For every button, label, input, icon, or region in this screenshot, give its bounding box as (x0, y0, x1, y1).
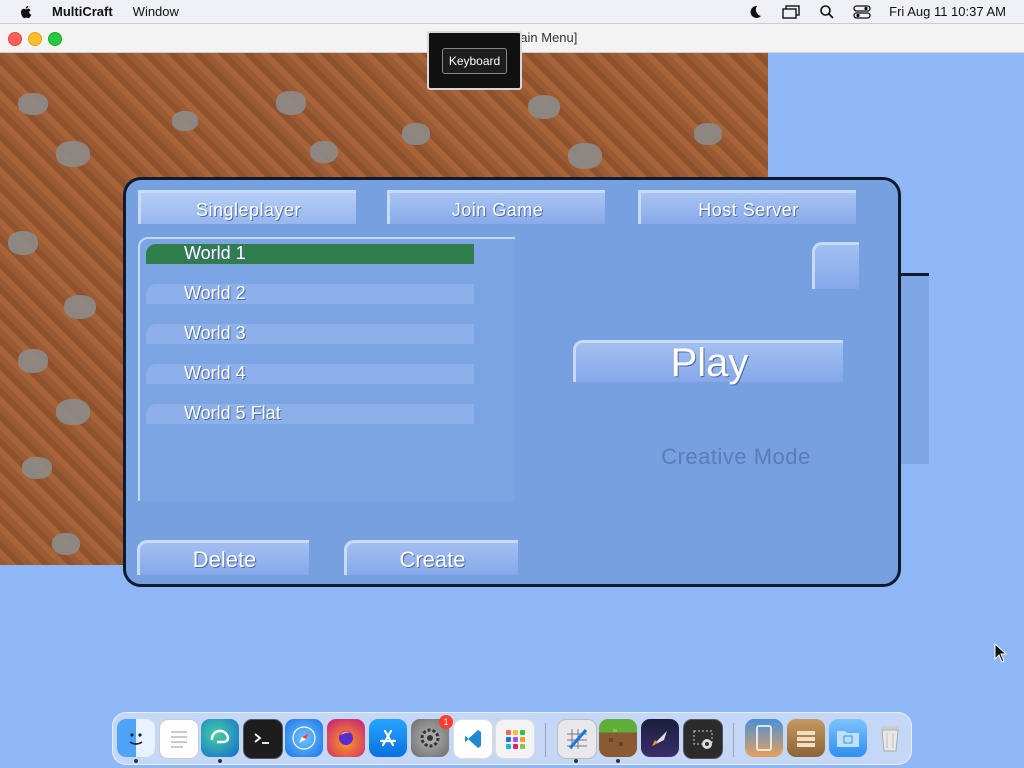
app-store-icon[interactable] (369, 719, 407, 757)
play-button[interactable]: Play (573, 340, 843, 383)
world-list-item[interactable]: World 4 (146, 363, 474, 384)
delete-world-button[interactable]: Delete (137, 540, 309, 575)
control-center-icon[interactable] (853, 4, 871, 20)
rocket-icon[interactable] (641, 719, 679, 757)
menu-bar: MultiCraft Window Fri Aug 11 10:37 AM (0, 0, 1024, 24)
keyboard-button[interactable]: Keyboard (441, 47, 508, 74)
running-indicator (218, 759, 222, 763)
dock-separator (733, 723, 734, 757)
screenshot-icon[interactable] (683, 719, 723, 759)
pebble (172, 111, 198, 131)
running-indicator (574, 759, 578, 763)
pebble (8, 231, 38, 255)
folder-icon[interactable] (829, 719, 867, 757)
world-list-item[interactable]: World 5 Flat (146, 403, 474, 424)
create-world-button[interactable]: Create (344, 540, 518, 575)
world-list-item[interactable]: World 3 (146, 323, 474, 344)
grid-tool-icon[interactable] (557, 719, 597, 759)
small-square-button[interactable] (812, 242, 859, 289)
menubar-clock[interactable]: Fri Aug 11 10:37 AM (889, 4, 1006, 19)
trash-icon[interactable] (871, 719, 909, 757)
firefox-icon[interactable] (327, 719, 365, 757)
pebble (56, 399, 90, 425)
dock: 1 (112, 712, 912, 765)
multicraft-icon[interactable] (599, 719, 637, 757)
tab-join-game[interactable]: Join Game (387, 190, 605, 224)
side-panel-edge (897, 273, 929, 464)
pebble (310, 141, 338, 163)
tab-singleplayer[interactable]: Singleplayer (138, 190, 356, 224)
world-list[interactable]: World 1 World 2 World 3 World 4 World 5 … (138, 237, 515, 501)
creative-mode-label[interactable]: Creative Mode (596, 444, 876, 470)
pebble (64, 295, 96, 319)
finder-icon[interactable] (117, 719, 155, 757)
pebble (52, 533, 80, 555)
archive-icon[interactable] (787, 719, 825, 757)
world-list-item[interactable]: World 1 (146, 243, 474, 264)
apple-icon[interactable] (18, 4, 34, 20)
pebble (18, 349, 48, 373)
search-icon[interactable] (819, 4, 835, 20)
edge-icon[interactable] (201, 719, 239, 757)
launchpad-icon[interactable] (495, 719, 535, 759)
world-list-item[interactable]: World 2 (146, 283, 474, 304)
pebble (568, 143, 602, 169)
pebble (528, 95, 560, 119)
mouse-pointer-icon (994, 643, 1008, 663)
tab-host-server[interactable]: Host Server (638, 190, 856, 224)
pebble (22, 457, 52, 479)
safari-icon[interactable] (285, 719, 323, 757)
terminal-icon[interactable] (243, 719, 283, 759)
textedit-icon[interactable] (159, 719, 199, 759)
pebble (694, 123, 722, 145)
running-indicator (134, 759, 138, 763)
running-indicator (616, 759, 620, 763)
preview-icon[interactable] (745, 719, 783, 757)
keyboard-popup: Keyboard (427, 31, 522, 90)
pebble (276, 91, 306, 115)
pebble (18, 93, 48, 115)
pebble (402, 123, 430, 145)
vscode-icon[interactable] (453, 719, 493, 759)
system-settings-icon[interactable]: 1 (411, 715, 453, 757)
dock-separator (545, 723, 546, 757)
pebble (56, 141, 90, 167)
game-viewport: Singleplayer Join Game Host Server World… (0, 53, 1024, 711)
menu-window[interactable]: Window (133, 4, 179, 19)
main-menu-panel: Singleplayer Join Game Host Server World… (123, 177, 901, 587)
screen-mirroring-icon[interactable] (781, 4, 801, 20)
moon-icon[interactable] (747, 4, 763, 20)
notification-badge: 1 (439, 715, 453, 729)
app-menu-name[interactable]: MultiCraft (52, 4, 113, 19)
